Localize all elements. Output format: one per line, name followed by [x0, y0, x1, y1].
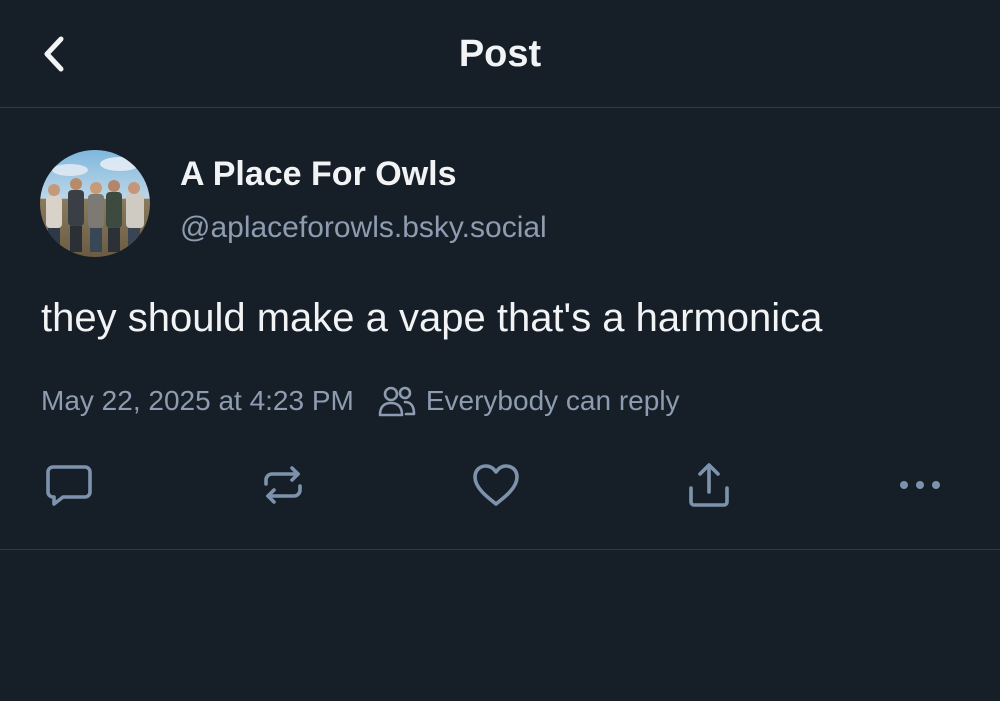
avatar[interactable]	[40, 150, 150, 257]
heart-icon	[473, 464, 519, 506]
post-text: they should make a vape that's a harmoni…	[41, 296, 823, 340]
reply-button[interactable]	[34, 450, 104, 520]
reply-setting[interactable]: Everybody can reply	[378, 384, 680, 418]
page-title: Post	[458, 33, 542, 75]
post-actions	[0, 450, 1000, 520]
share-button[interactable]	[674, 450, 744, 520]
reply-setting-label: Everybody can reply	[425, 385, 680, 416]
share-icon	[689, 463, 729, 507]
top-bar: Post	[0, 0, 1000, 108]
post-timestamp: May 22, 2025 at 4:23 PM	[41, 385, 354, 416]
like-button[interactable]	[461, 450, 531, 520]
repost-button[interactable]	[248, 450, 318, 520]
avatar-image	[40, 150, 150, 257]
divider	[0, 549, 1000, 550]
post-meta: May 22, 2025 at 4:23 PM Everybody can re…	[41, 381, 680, 421]
comment-icon	[46, 465, 92, 506]
repost-icon	[264, 466, 302, 504]
author-handle[interactable]: @aplaceforowls.bsky.social	[180, 210, 547, 246]
people-icon	[378, 386, 416, 417]
more-icon	[900, 481, 940, 489]
author-name[interactable]: A Place For Owls	[180, 154, 457, 194]
more-button[interactable]	[885, 450, 955, 520]
